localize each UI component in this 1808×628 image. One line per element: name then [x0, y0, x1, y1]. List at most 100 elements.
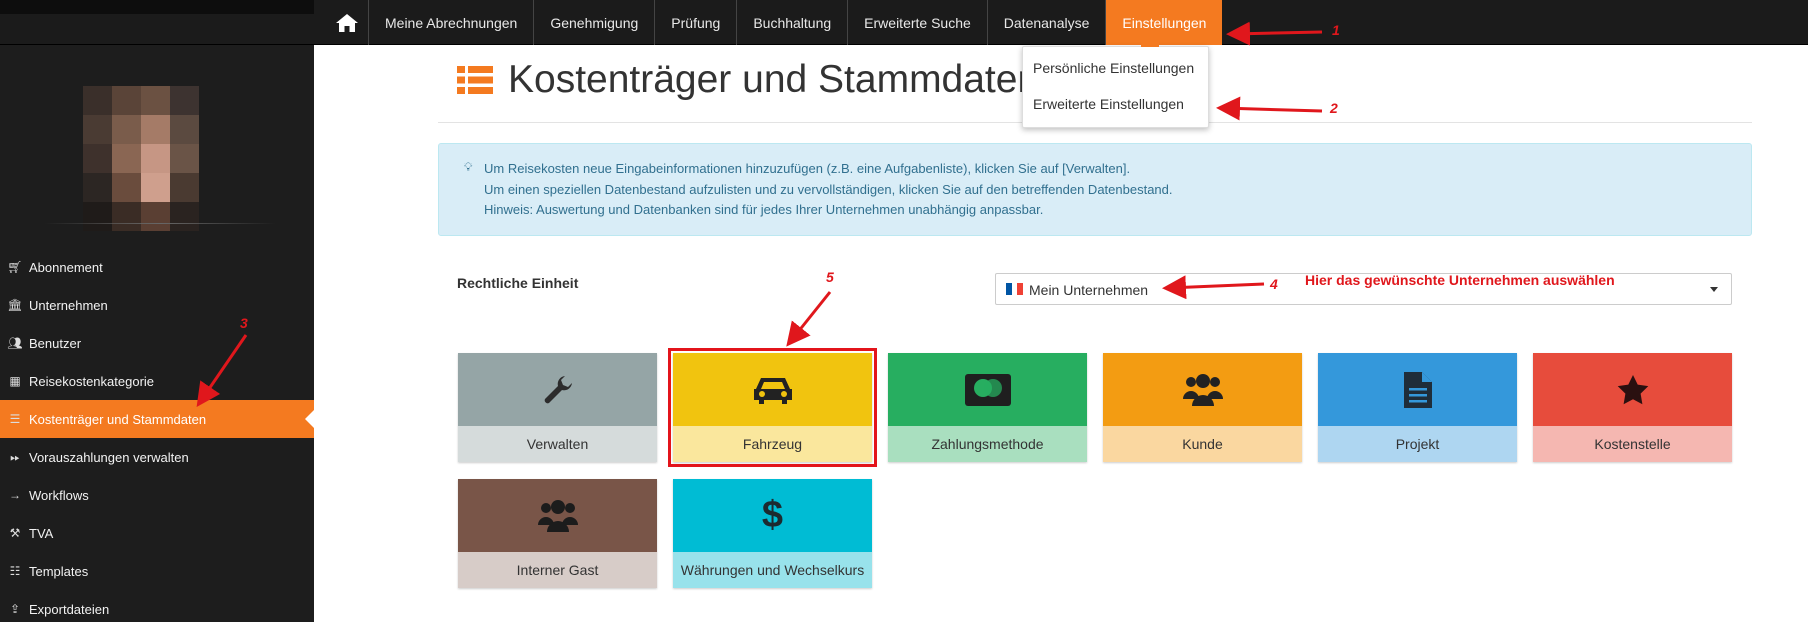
users-icon [537, 499, 578, 532]
tile-label: Kunde [1103, 426, 1302, 462]
sidebar-item-abonnement[interactable]: 🛒︎ Abonnement [0, 248, 314, 286]
bank-icon: 🏛︎ [7, 298, 23, 312]
dollar-icon: $ [761, 494, 784, 536]
einstellungen-dropdown: Persönliche Einstellungen Erweiterte Ein… [1022, 41, 1209, 128]
home-icon [335, 13, 358, 32]
avatar-pixel [83, 144, 112, 173]
sidebar-item-workflows[interactable]: → Workflows [0, 476, 314, 514]
sidebar-item-exportdateien[interactable]: ⇪ Exportdateien [0, 590, 314, 628]
tile-zahlungsmethode[interactable]: Zahlungsmethode [888, 353, 1087, 462]
avatar-pixel [83, 173, 112, 202]
nav-buchhaltung[interactable]: Buchhaltung [737, 0, 849, 45]
sidebar: 🛒︎ Abonnement 🏛︎ Unternehmen 👥︎ Benutzer ▦ R… [0, 45, 314, 622]
avatar-pixel [141, 86, 170, 115]
page-title: Kostenträger und Stammdaten [508, 58, 1040, 101]
list-icon [457, 66, 493, 94]
credit-card-icon [964, 373, 1011, 406]
avatar-pixel [141, 144, 170, 173]
sidebar-item-reisekostenkategorie[interactable]: ▦ Reisekostenkategorie [0, 362, 314, 400]
avatar-pixel [83, 86, 112, 115]
sidebar-item-label: Templates [29, 563, 89, 579]
dropdown-item-persoenliche-einstellungen[interactable]: Persönliche Einstellungen [1033, 60, 1194, 76]
annotation-number-4: 4 [1270, 276, 1278, 292]
tile-projekt[interactable]: Projekt [1318, 353, 1517, 462]
annotation-number-1: 1 [1332, 22, 1340, 38]
top-bar-left-area [0, 0, 314, 14]
avatar-pixel [170, 115, 199, 144]
users-icon: 👥︎ [7, 336, 23, 350]
alert-line: Um Reisekosten neue Eingabeinformationen… [484, 161, 1131, 176]
tile-label: Zahlungsmethode [888, 426, 1087, 462]
annotation-number-2: 2 [1330, 100, 1338, 116]
users-icon [1182, 373, 1223, 406]
avatar-pixel [112, 144, 141, 173]
tile-kostenstelle[interactable]: Kostenstelle [1533, 353, 1732, 462]
top-navigation-bar: Meine Abrechnungen Genehmigung Prüfung B… [0, 0, 1808, 45]
avatar [83, 86, 199, 231]
avatar-pixel [141, 115, 170, 144]
tile-label: Fahrzeug [673, 426, 872, 462]
dropdown-item-erweiterte-einstellungen[interactable]: Erweiterte Einstellungen [1033, 96, 1184, 112]
tile-interner-gast[interactable]: Interner Gast [458, 479, 657, 588]
chevron-down-icon [1710, 287, 1718, 292]
nav-erweiterte-suche[interactable]: Erweiterte Suche [848, 0, 988, 45]
file-icon [1403, 371, 1432, 408]
sidebar-item-benutzer[interactable]: 👥︎ Benutzer [0, 324, 314, 362]
sidebar-item-tva[interactable]: ⚒︎ TVA [0, 514, 314, 552]
sidebar-item-vorauszahlungen[interactable]: ⏩︎ Vorauszahlungen verwalten [0, 438, 314, 476]
avatar-pixel [83, 202, 112, 231]
sidebar-item-label: Unternehmen [29, 297, 108, 313]
car-icon [753, 377, 792, 404]
alert-line: Um einen speziellen Datenbestand aufzuli… [484, 181, 1173, 197]
avatar-pixel [112, 202, 141, 231]
tile-fahrzeug[interactable]: Fahrzeug [668, 348, 877, 467]
main-nav: Meine Abrechnungen Genehmigung Prüfung B… [325, 0, 1223, 45]
tile-label: Kostenstelle [1533, 426, 1732, 462]
avatar-pixel [141, 173, 170, 202]
sidebar-item-unternehmen[interactable]: 🏛︎ Unternehmen [0, 286, 314, 324]
list-icon: ☰ [9, 412, 21, 426]
sidebar-item-label: Kostenträger und Stammdaten [29, 411, 207, 427]
gavel-icon: ⚒︎ [9, 526, 21, 540]
sidebar-item-label: Benutzer [29, 335, 82, 351]
tile-label: Verwalten [458, 426, 657, 462]
tile-label: Interner Gast [458, 552, 657, 588]
avatar-pixel [112, 86, 141, 115]
annotation-arrow-5 [786, 291, 832, 347]
info-alert: 💡︎ Um Reisekosten neue Eingabeinformatio… [438, 143, 1752, 236]
nav-datenanalyse[interactable]: Datenanalyse [988, 0, 1107, 45]
alert-line: Hinweis: Auswertung und Datenbanken sind… [484, 202, 1044, 217]
home-button[interactable] [325, 0, 369, 45]
cart-icon: 🛒︎ [7, 260, 23, 274]
sidebar-item-label: Vorauszahlungen verwalten [29, 449, 189, 465]
sidebar-item-kostentraeger-und-stammdaten[interactable]: ☰ Kostenträger und Stammdaten [0, 400, 314, 438]
nav-meine-abrechnungen[interactable]: Meine Abrechnungen [369, 0, 535, 45]
legal-entity-value: Mein Unternehmen [1029, 282, 1149, 298]
legal-entity-label: Rechtliche Einheit [457, 275, 579, 291]
nav-genehmigung[interactable]: Genehmigung [534, 0, 656, 45]
avatar-pixel [170, 173, 199, 202]
avatar-pixel [170, 202, 199, 231]
wrench-icon [544, 375, 572, 403]
sidebar-item-label: Abonnement [29, 259, 103, 275]
tile-label: Währungen und Wechselkurs [673, 552, 872, 588]
nav-pruefung[interactable]: Prüfung [655, 0, 738, 45]
arrow-right-icon: → [9, 488, 21, 502]
avatar-pixel [112, 173, 141, 202]
tile-waehrungen-und-wechselkurs[interactable]: $ Währungen und Wechselkurs [673, 479, 872, 588]
sidebar-item-label: TVA [29, 525, 54, 541]
forward-icon: ⏩︎ [10, 449, 20, 464]
export-icon: ⇪ [9, 602, 21, 616]
avatar-pixel [141, 202, 170, 231]
sidebar-item-templates[interactable]: ☷ Templates [0, 552, 314, 590]
tile-kunde[interactable]: Kunde [1103, 353, 1302, 462]
nav-einstellungen[interactable]: Einstellungen [1106, 0, 1223, 45]
annotation-number-5: 5 [826, 269, 834, 285]
list-alt-icon: ☷ [9, 564, 21, 578]
sidebar-item-label: Reisekostenkategorie [29, 373, 155, 389]
grid-icon: ▦ [9, 374, 21, 388]
avatar-pixel [83, 115, 112, 144]
tile-verwalten[interactable]: Verwalten [458, 353, 657, 462]
sidebar-item-label: Workflows [29, 487, 89, 503]
annotation-arrow-2 [1216, 96, 1323, 121]
